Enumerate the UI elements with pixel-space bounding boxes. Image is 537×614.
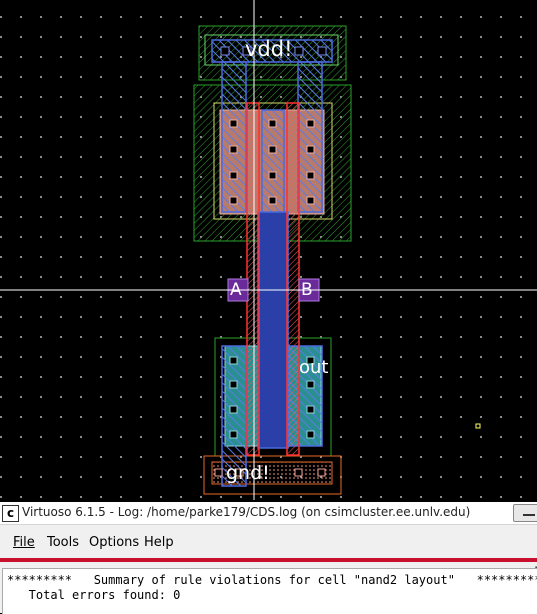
log-window-title: Virtuoso 6.1.5 - Log: /home/parke179/CDS… <box>22 505 471 519</box>
log-output[interactable]: ********* Summary of rule violations for… <box>2 568 537 614</box>
log-window-titlebar[interactable]: c Virtuoso 6.1.5 - Log: /home/parke179/C… <box>0 502 537 525</box>
net-label-out: out <box>299 357 329 378</box>
log-window: c Virtuoso 6.1.5 - Log: /home/parke179/C… <box>0 502 537 614</box>
minimize-button[interactable] <box>513 504 537 522</box>
pin-label-a: A <box>230 280 242 300</box>
poly-gate-a[interactable] <box>246 102 260 456</box>
virtuoso-app-icon[interactable]: c <box>2 505 19 522</box>
marker-square[interactable] <box>475 423 481 429</box>
poly-gate-b[interactable] <box>286 102 300 456</box>
net-label-vdd: vdd! <box>245 37 293 61</box>
menu-help[interactable]: Help <box>144 535 174 550</box>
log-line: Total errors found: 0 <box>7 588 181 602</box>
layout-drawing[interactable] <box>0 0 537 500</box>
menu-file[interactable]: File <box>13 535 35 550</box>
metal-out[interactable] <box>257 211 289 449</box>
menu-tools[interactable]: Tools <box>47 535 79 550</box>
metal-pmos-left[interactable] <box>221 61 247 213</box>
pin-label-b: B <box>301 280 313 300</box>
layout-canvas[interactable]: vdd! gnd! out A B <box>0 0 537 500</box>
brand-divider <box>0 558 537 562</box>
metal-pmos-right[interactable] <box>297 61 323 213</box>
menu-options[interactable]: Options <box>89 535 139 550</box>
menu-bar: File Tools Options Help cā <box>0 530 537 582</box>
log-line: ********* Summary of rule violations for… <box>7 573 537 587</box>
net-label-gnd: gnd! <box>226 462 270 484</box>
